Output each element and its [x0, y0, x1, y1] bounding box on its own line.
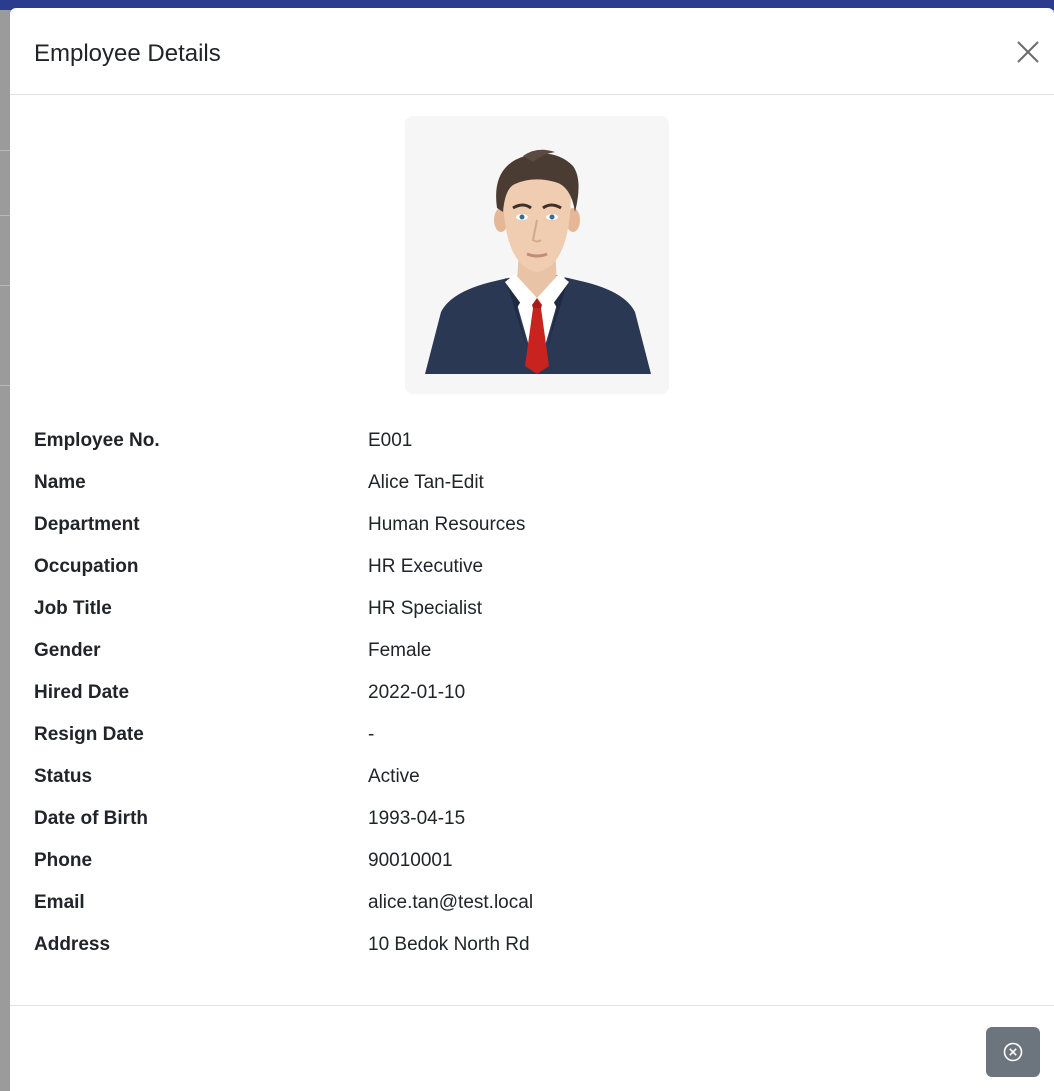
detail-value: HR Executive [368, 556, 484, 577]
modal-title: Employee Details [34, 40, 221, 67]
detail-row-job-title: Job Title HR Specialist [34, 588, 1014, 630]
detail-value: Alice Tan-Edit [368, 472, 484, 493]
detail-row-status: Status Active [34, 756, 1014, 798]
detail-label: Address [34, 934, 111, 955]
detail-label: Employee No. [34, 430, 160, 451]
detail-label: Date of Birth [34, 808, 148, 829]
detail-value: 10 Bedok North Rd [368, 934, 530, 955]
detail-row-phone: Phone 90010001 [34, 840, 1014, 882]
detail-label: Email [34, 892, 85, 913]
detail-row-occupation: Occupation HR Executive [34, 546, 1014, 588]
detail-label: Department [34, 514, 140, 535]
detail-label: Resign Date [34, 724, 144, 745]
detail-label: Job Title [34, 598, 112, 619]
detail-label: Hired Date [34, 682, 130, 703]
circle-x-icon [1003, 1042, 1023, 1062]
detail-value: - [368, 724, 375, 745]
detail-row-hired-date: Hired Date 2022-01-10 [34, 672, 1014, 714]
background-app-edge [0, 10, 10, 1091]
detail-value: 2022-01-10 [368, 682, 466, 703]
detail-row-resign-date: Resign Date - [34, 714, 1014, 756]
detail-row-email: Email alice.tan@test.local [34, 882, 1014, 924]
employee-details-modal: Employee Details Employee No. E001 Name … [10, 8, 1054, 1091]
employee-avatar-illustration [405, 116, 669, 394]
detail-value: HR Specialist [368, 598, 483, 619]
detail-value: Female [368, 640, 432, 661]
detail-label: Occupation [34, 556, 139, 577]
detail-label: Phone [34, 850, 93, 871]
employee-photo [405, 116, 669, 394]
detail-row-date-of-birth: Date of Birth 1993-04-15 [34, 798, 1014, 840]
employee-details-list: Employee No. E001 Name Alice Tan-Edit De… [34, 420, 1014, 966]
modal-header: Employee Details [10, 8, 1054, 95]
detail-value: Active [368, 766, 420, 787]
detail-row-employee-no: Employee No. E001 [34, 420, 1014, 462]
detail-label: Name [34, 472, 86, 493]
detail-row-name: Name Alice Tan-Edit [34, 462, 1014, 504]
detail-label: Gender [34, 640, 101, 661]
detail-row-gender: Gender Female [34, 630, 1014, 672]
modal-footer [10, 1005, 1054, 1091]
detail-value: 1993-04-15 [368, 808, 466, 829]
close-icon [1017, 41, 1039, 63]
detail-row-department: Department Human Resources [34, 504, 1014, 546]
detail-value: E001 [368, 430, 413, 451]
detail-label: Status [34, 766, 93, 787]
modal-close-button[interactable] [1014, 38, 1042, 66]
detail-value: alice.tan@test.local [368, 892, 534, 913]
detail-row-address: Address 10 Bedok North Rd [34, 924, 1014, 966]
footer-close-button[interactable] [986, 1027, 1040, 1077]
detail-value: Human Resources [368, 514, 526, 535]
detail-value: 90010001 [368, 850, 453, 871]
